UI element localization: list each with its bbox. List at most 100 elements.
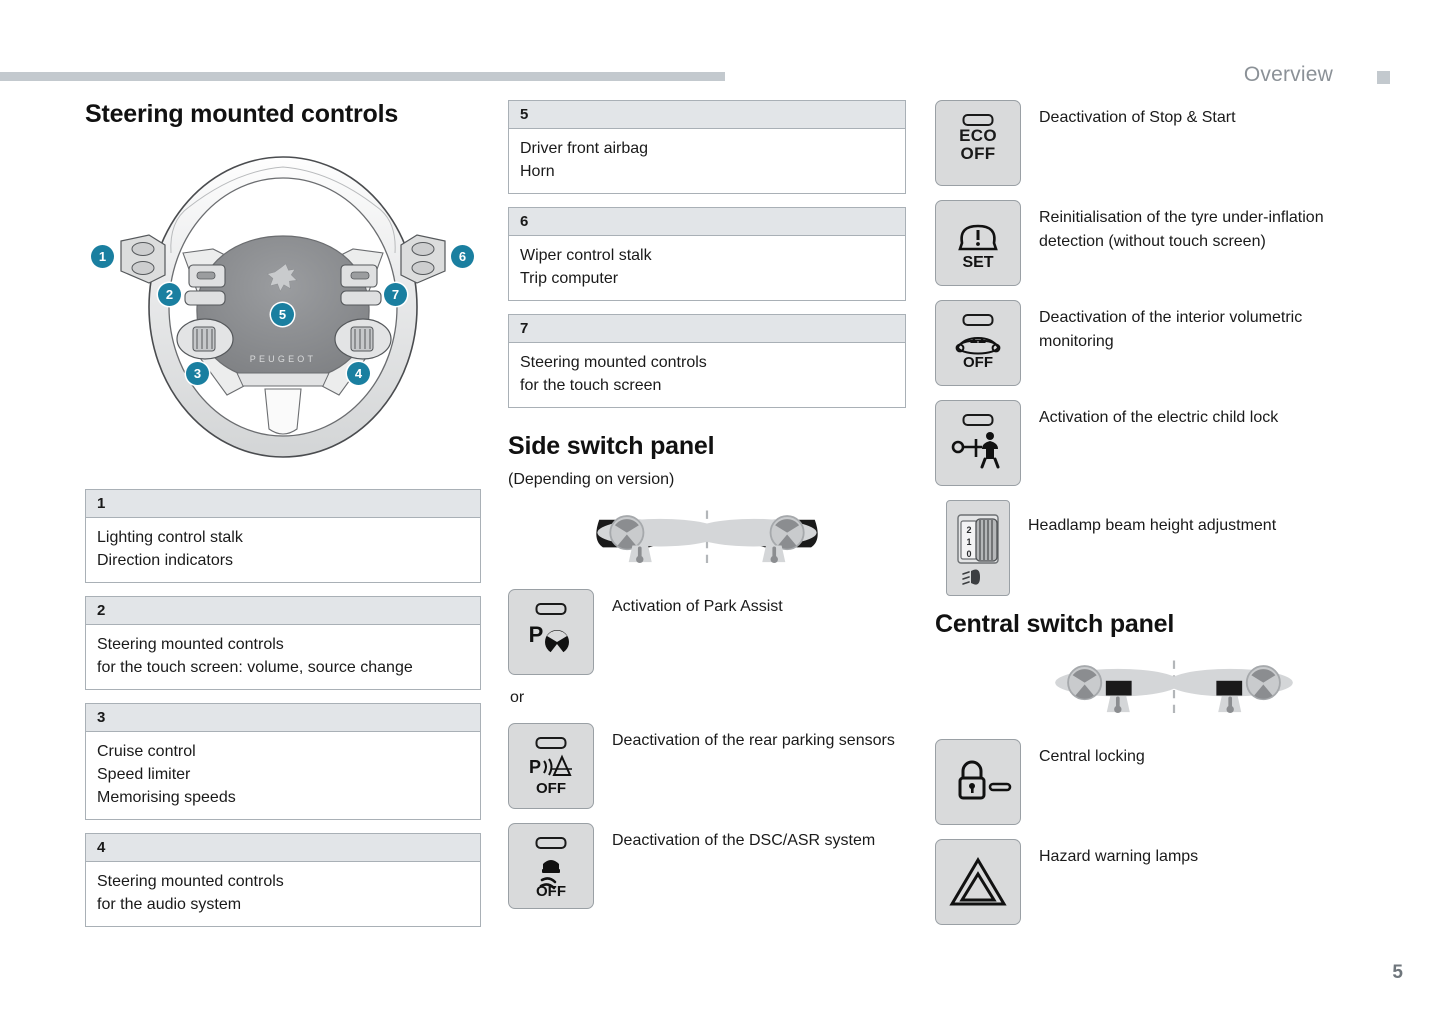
svg-text:OFF: OFF [963,354,993,371]
legend-line: for the touch screen [520,377,662,395]
side-button-row-park-assist: P Activation of Park Assist [508,589,906,676]
button-indicator-pill [535,737,567,750]
svg-text:1: 1 [966,537,971,547]
dsc-asr-glyph: OFF [536,860,566,900]
legend-line: Driver front airbag [520,140,649,157]
button-indicator-pill [962,114,994,126]
legend-item-4: 4 Steering mounted controls for the audi… [85,833,481,928]
dsc-asr-label: Deactivation of the DSC/ASR system [612,832,876,850]
legend-line: for the touch screen: volume, source cha… [97,659,413,677]
headlamp-label: Headlamp beam height adjustment [1028,517,1277,534]
legend-body: Cruise control Speed limiter Memorising … [86,732,480,819]
dash-right-central [1167,665,1293,714]
volumetric-monitoring-off-button-icon[interactable]: OFF [935,300,1021,386]
right-button-row-volumetric: OFF Deactivation of the interior volumet… [935,300,1355,386]
legend-line: Cruise control [97,743,196,761]
right-button-row-eco-off: ECO OFF Deactivation of Stop & Start [935,100,1355,186]
callout-4: 4 [347,362,370,385]
rear-parking-sensors-off-button-icon[interactable]: P OFF [508,723,594,810]
side-panel-version-note: (Depending on version) [508,471,675,489]
dashboard-location-illustration-central [1055,660,1293,720]
legend-line: Wiper control stalk [520,247,652,265]
park-assist-label: Activation of Park Assist [612,598,783,616]
legend-number: 3 [86,704,480,733]
legend-number: 5 [509,101,905,129]
legend-line: for the audio system [97,896,242,914]
dashboard-location-illustration-side [596,510,818,570]
section-tab-marker [1377,71,1390,84]
child-lock-glyph [951,432,1000,469]
headlamp-wheel-glyph: 2 1 0 [957,514,999,585]
tyre-pressure-glyph: SET [958,224,998,271]
park-assist-button-icon[interactable]: P [508,589,594,676]
right-button-row-child-lock: Activation of the electric child lock [935,400,1355,486]
tyre-pressure-set-button-icon[interactable]: SET [935,200,1021,286]
dash-right [691,515,818,564]
legend-line: Direction indicators [97,552,234,570]
right-button-row-headlamp: 2 1 0 Headlamp beam height adjustment [935,500,1355,596]
legend-body: Steering mounted controls for the touch … [509,343,905,407]
legend-line: Speed limiter [97,766,191,784]
column-side-switch-panel: 5 Driver front airbag Horn 6 Wiper contr… [508,100,906,923]
eco-off-button-icon[interactable]: ECO OFF [935,100,1021,186]
legend-line: Horn [520,163,555,181]
headlamp-beam-height-adjustment-icon[interactable]: 2 1 0 [946,500,1010,596]
legend-body: Steering mounted controls for the touch … [86,625,480,689]
button-indicator-pill [962,414,994,426]
column-steering-controls: Steering mounted controls PEUGEOT 1 2 3 … [85,100,481,940]
legend-number: 6 [509,208,905,237]
electric-child-lock-button-icon[interactable] [935,400,1021,486]
tyre-pressure-label: Reinitialisation of the tyre under-infla… [1039,209,1324,250]
parking-sensors-glyph: P OFF [529,754,572,797]
legend-body: Lighting control stalk Direction indicat… [86,518,480,582]
dash-left-central [1055,665,1181,714]
legend-item-1: 1 Lighting control stalk Direction indic… [85,489,481,584]
legend-line: Memorising speeds [97,789,236,807]
button-indicator-pill [962,314,994,326]
button-indicator-pill [535,603,567,616]
volumetric-label: Deactivation of the interior volumetric … [1039,309,1303,350]
hazard-triangle-glyph [949,857,1007,906]
right-button-row-tyre-set: SET Reinitialisation of the tyre under-i… [935,200,1355,286]
legend-number: 4 [86,834,480,863]
callout-2: 2 [158,283,181,306]
central-locking-label: Central locking [1039,748,1145,765]
central-locking-button-icon[interactable] [935,739,1021,825]
legend-item-6: 6 Wiper control stalk Trip computer [508,207,906,302]
side-button-row-dsc-asr: OFF Deactivation of the DSC/ASR system [508,823,906,910]
steering-wheel-diagram: PEUGEOT 1 2 3 4 5 6 7 [85,141,481,471]
park-assist-glyph: P [529,622,569,656]
legend-body: Steering mounted controls for the audio … [86,862,480,926]
heading-side-switch-panel: Side switch panel [508,432,715,461]
eco-off-glyph-text: ECO OFF [959,126,997,163]
legend-item-5: 5 Driver front airbag Horn [508,100,906,195]
dsc-asr-off-button-icon[interactable]: OFF [508,823,594,910]
svg-text:P: P [529,757,541,777]
svg-text:OFF: OFF [536,780,566,797]
legend-item-2: 2 Steering mounted controls for the touc… [85,596,481,691]
heading-steering-mounted-controls: Steering mounted controls [85,100,399,128]
legend-line: Trip computer [520,270,619,288]
legend-line: Steering mounted controls [520,354,707,372]
hazard-label: Hazard warning lamps [1039,848,1199,865]
headlamp-symbol [962,569,980,585]
page-number: 5 [1392,962,1403,983]
legend-body: Driver front airbag Horn [509,129,905,193]
hazard-warning-lamps-button-icon[interactable] [935,839,1021,925]
callout-3: 3 [186,362,209,385]
legend-number: 1 [86,490,480,518]
heading-central-switch-panel: Central switch panel [935,610,1175,638]
central-locking-glyph [958,760,1012,800]
legend-number: 2 [86,597,480,626]
svg-text:PEUGEOT: PEUGEOT [250,354,316,364]
legend-line: Steering mounted controls [97,636,284,654]
legend-item-7: 7 Steering mounted controls for the touc… [508,314,906,409]
callout-7: 7 [384,283,407,306]
svg-text:2: 2 [966,525,971,535]
svg-text:0: 0 [966,549,971,559]
legend-line: Lighting control stalk [97,529,243,546]
legend-number: 7 [509,315,905,344]
legend-body: Wiper control stalk Trip computer [509,236,905,300]
button-indicator-pill [535,837,567,850]
child-lock-label: Activation of the electric child lock [1039,409,1279,426]
